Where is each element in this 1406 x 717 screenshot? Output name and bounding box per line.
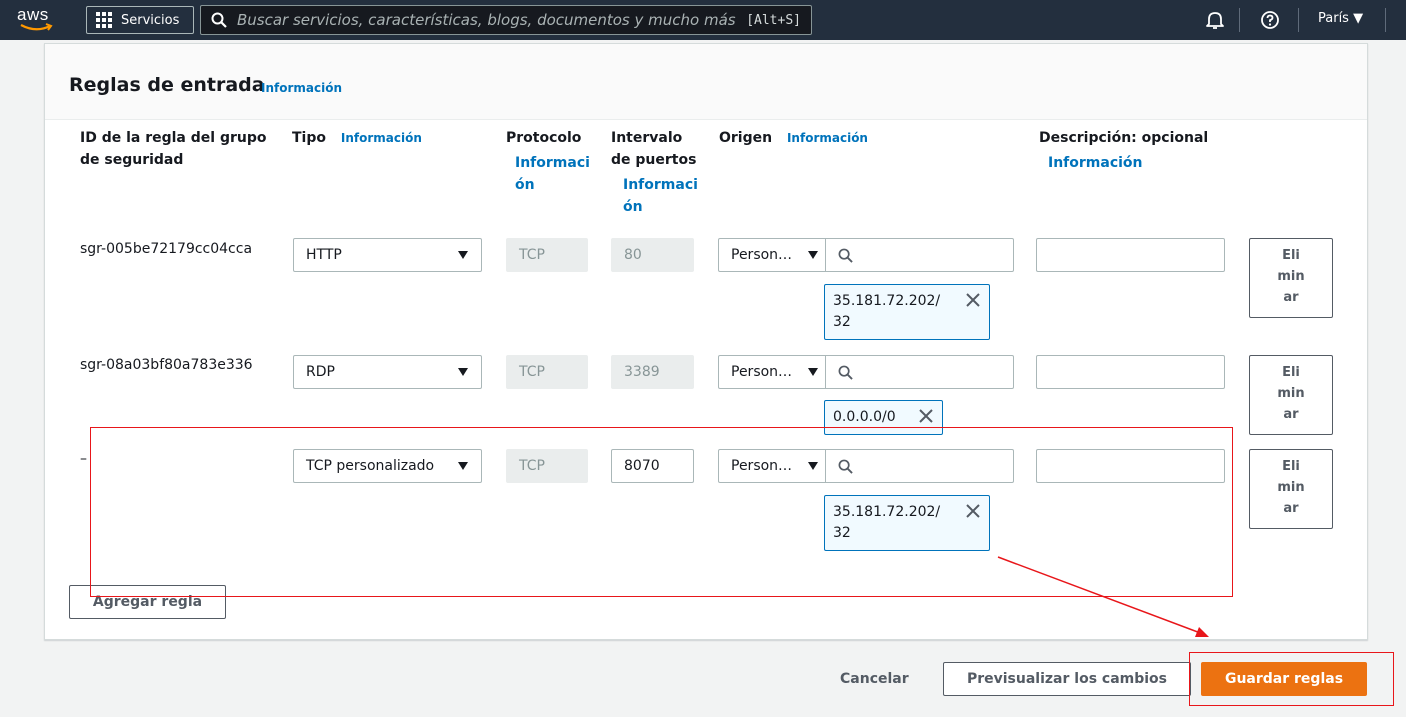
- search-icon: [211, 12, 227, 28]
- type-select-value: HTTP: [306, 247, 342, 263]
- origin-token: 35.181.72.202/ 32: [824, 284, 990, 340]
- delete-rule-label: Eli min ar: [1277, 365, 1305, 422]
- bell-icon: [1206, 12, 1224, 29]
- delete-rule-button[interactable]: Eli min ar: [1249, 449, 1333, 529]
- preview-changes-button[interactable]: Previsualizar los cambios: [943, 662, 1191, 696]
- cancel-button[interactable]: Cancelar: [840, 671, 909, 687]
- description-input[interactable]: [1036, 238, 1225, 272]
- rule-id: –: [80, 451, 87, 467]
- origin-token-label: 35.181.72.202/ 32: [833, 293, 941, 330]
- column-header-port-range: Intervalo de puertos: [611, 130, 697, 168]
- help-button[interactable]: [1258, 8, 1282, 32]
- delete-rule-button[interactable]: Eli min ar: [1249, 355, 1333, 435]
- column-header-origin-label: Origen: [719, 130, 773, 146]
- close-icon[interactable]: [966, 293, 980, 307]
- column-header-protocol: Protocolo: [506, 130, 582, 146]
- search-shortcut: [Alt+S]: [746, 12, 801, 28]
- origin-type-value: Person…: [731, 247, 793, 263]
- delete-rule-label: Eli min ar: [1277, 248, 1305, 305]
- origin-search-input[interactable]: [826, 355, 1014, 389]
- nav-divider: [1298, 8, 1299, 32]
- column-header-type-label: Tipo: [292, 130, 326, 146]
- column-header-origin-info[interactable]: Información: [787, 131, 868, 145]
- delete-rule-button[interactable]: Eli min ar: [1249, 238, 1333, 318]
- top-navigation: aws Servicios [Alt+S]: [0, 0, 1406, 40]
- origin-type-select[interactable]: Person…: [718, 238, 826, 272]
- nav-divider: [1385, 8, 1386, 32]
- grid-icon: [96, 12, 112, 28]
- column-header-type-info[interactable]: Información: [341, 131, 422, 145]
- column-header-description: Descripción: opcional: [1039, 130, 1209, 146]
- caret-down-icon: [808, 368, 818, 376]
- nav-divider: [1239, 8, 1240, 32]
- services-label: Servicios: [121, 12, 180, 28]
- panel-header: Reglas de entrada Información: [45, 44, 1367, 120]
- services-button[interactable]: Servicios: [86, 6, 194, 34]
- caret-down-icon: [458, 368, 468, 376]
- origin-token-label: 0.0.0.0/0: [833, 409, 896, 425]
- rule-id: sgr-005be72179cc04cca: [80, 241, 253, 257]
- search-icon: [838, 248, 853, 263]
- panel-info-link[interactable]: Información: [261, 81, 342, 95]
- annotation-highlight-save: [1189, 652, 1394, 706]
- column-header-origin: Origen Información: [719, 127, 868, 149]
- column-header-type: Tipo Información: [292, 127, 422, 149]
- column-header-port-info[interactable]: Informaci ón: [611, 174, 698, 218]
- aws-logo-text: aws: [17, 5, 49, 24]
- close-icon[interactable]: [919, 409, 933, 423]
- region-selector[interactable]: París ▼: [1318, 11, 1363, 26]
- search-icon: [838, 365, 853, 380]
- panel-title: Reglas de entrada: [69, 74, 265, 96]
- delete-rule-label: Eli min ar: [1277, 459, 1305, 516]
- protocol-field: TCP: [506, 238, 588, 272]
- column-header-rule-id: ID de la regla del grupo de seguridad: [80, 130, 267, 168]
- rule-id: sgr-08a03bf80a783e336: [80, 357, 253, 373]
- caret-down-icon: [808, 251, 818, 259]
- origin-type-select[interactable]: Person…: [718, 355, 826, 389]
- port-range-field: 80: [611, 238, 694, 272]
- column-header-protocol-info[interactable]: Informaci ón: [506, 152, 590, 196]
- aws-smile-icon: [20, 23, 53, 31]
- annotation-highlight-new-rule: [90, 427, 1233, 597]
- notifications-button[interactable]: [1203, 8, 1227, 32]
- port-range-field: 3389: [611, 355, 694, 389]
- column-header-description-info[interactable]: Información: [1048, 152, 1143, 174]
- search-input[interactable]: [237, 11, 747, 29]
- protocol-field: TCP: [506, 355, 588, 389]
- global-search[interactable]: [Alt+S]: [200, 5, 812, 35]
- aws-logo[interactable]: aws: [14, 4, 62, 36]
- help-icon: [1261, 11, 1279, 29]
- caret-down-icon: [458, 251, 468, 259]
- origin-search-input[interactable]: [826, 238, 1014, 272]
- origin-type-value: Person…: [731, 364, 793, 380]
- description-input[interactable]: [1036, 355, 1225, 389]
- type-select-value: RDP: [306, 364, 335, 380]
- type-select[interactable]: RDP: [293, 355, 482, 389]
- type-select[interactable]: HTTP: [293, 238, 482, 272]
